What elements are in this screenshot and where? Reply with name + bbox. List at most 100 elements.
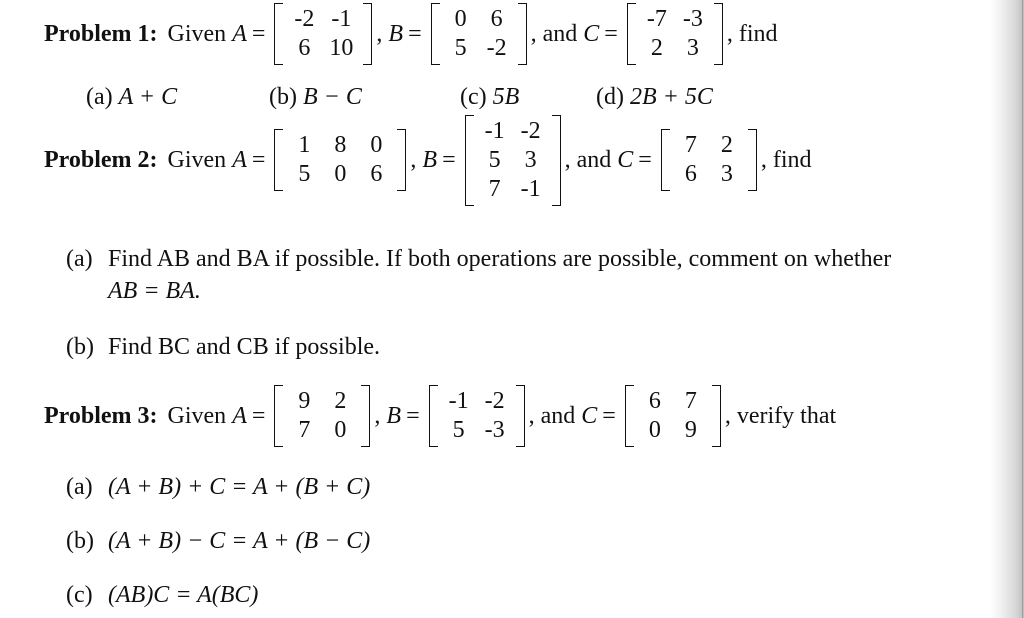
problem-1-part-a: (a) A + C [86, 84, 177, 111]
left-bracket [624, 385, 634, 447]
matrix-C: -7 -3 2 3 [626, 3, 723, 65]
problem-1-part-d: (d) 2B + 5C [596, 84, 713, 111]
matrix-entry: -3 [484, 417, 505, 443]
matrix-A-name: A [232, 146, 247, 173]
problem-2-statement: Problem 2: Given A = 180506 , B = -1 -2 5 3… [44, 112, 812, 208]
part-label: (a) [66, 246, 93, 272]
matrix-entry: 8 [334, 132, 347, 158]
matrix-entry: 6 [298, 35, 311, 61]
given-text: Given [167, 402, 227, 429]
part-text: Find BC and CB if possible. [108, 334, 381, 360]
matrix-C: 6709 [624, 385, 721, 447]
matrix-entry: -7 [646, 6, 667, 32]
part-expression: A + C [118, 84, 178, 110]
matrix-A-name: A [232, 20, 247, 47]
right-bracket [551, 114, 561, 206]
part-expression: 2B + 5C [629, 84, 713, 110]
matrix-A: 9270 [274, 385, 371, 447]
matrix-B: 0 6 5 -2 [430, 3, 527, 65]
part-label: (b) [66, 334, 94, 360]
matrix-entry: 0 [334, 161, 347, 187]
part-expression: B − C [302, 84, 362, 110]
matrix-C-name: C [583, 20, 600, 47]
matrix-entry: 7 [684, 388, 697, 414]
matrix-C-name: C [581, 402, 598, 429]
matrix-entries: 6709 [634, 385, 712, 447]
tail-text: , verify that [724, 402, 837, 429]
matrix-entries: 9270 [283, 385, 361, 447]
matrix-entry: -2 [486, 35, 507, 61]
problem-3-part-a: (a) (A + B) + C = A + (B + C) [66, 474, 370, 501]
matrix-entry: -1 [331, 6, 352, 32]
left-bracket [430, 3, 440, 65]
given-text: Given [167, 20, 227, 47]
part-label: (a) [86, 84, 113, 110]
and-text: , and [564, 146, 612, 173]
matrix-A: 180506 [274, 129, 407, 191]
part-text: Find AB and BA if possible. If both oper… [108, 246, 892, 272]
left-bracket [464, 114, 474, 206]
matrix-entry: -2 [294, 6, 315, 32]
left-bracket [626, 3, 636, 65]
matrix-entry: 6 [648, 388, 661, 414]
matrix-entry: -1 [520, 175, 541, 202]
right-bracket [711, 385, 721, 447]
matrix-entry: -2 [520, 117, 541, 144]
problem-1-part-c: (c) 5B [460, 84, 519, 111]
matrix-entries: 0 6 5 -2 [440, 3, 518, 65]
matrix-entry: 6 [490, 6, 503, 32]
matrix-entry: 5 [298, 161, 311, 187]
matrix-entry: 0 [334, 417, 347, 443]
matrix-entry: 2 [720, 132, 733, 158]
matrix-entry: 5 [452, 417, 465, 443]
matrix-entry: 0 [370, 132, 383, 158]
part-label: (b) [66, 528, 94, 554]
left-bracket [274, 129, 284, 191]
matrix-entry: 5 [488, 146, 501, 173]
tail-text: , find [726, 20, 778, 47]
left-bracket [274, 385, 284, 447]
problem-3-statement: Problem 3: Given A = 9270 , B = -1 -2 5 -3 … [44, 384, 836, 448]
matrix-entries: 180506 [283, 129, 397, 191]
matrix-entry: 9 [298, 388, 311, 414]
matrix-entries: 7263 [670, 129, 748, 191]
part-expression: (AB)C = A(BC) [108, 582, 259, 608]
part-expression: (A + B) − C = A + (B − C) [108, 528, 371, 554]
right-bracket [515, 385, 525, 447]
part-label: (c) [460, 84, 487, 110]
and-text: , and [530, 20, 578, 47]
part-label: (a) [66, 474, 93, 500]
matrix-entries: -1 -2 5 -3 [438, 385, 516, 447]
matrix-entry: 5 [454, 35, 467, 61]
matrix-A: -2 -1 6 10 [274, 3, 373, 65]
problem-3-part-c: (c) (AB)C = A(BC) [66, 582, 258, 609]
matrix-entry: 3 [524, 146, 537, 173]
matrix-entry: 9 [684, 417, 697, 443]
tail-text: , find [760, 146, 812, 173]
matrix-entries: -1 -2 5 3 7 -1 [474, 115, 552, 206]
problem-1-part-b: (b) B − C [269, 84, 362, 111]
problem-2-part-a-continued: AB = BA. [108, 278, 201, 305]
problem-2-label: Problem 2: [44, 146, 158, 173]
matrix-entry: -1 [448, 388, 469, 414]
problem-2-part-b: (b) Find BC and CB if possible. [66, 334, 380, 361]
matrix-entry: 10 [329, 35, 354, 61]
matrix-entry: 7 [488, 175, 501, 202]
matrix-entry: -2 [484, 388, 505, 414]
right-bracket [397, 129, 407, 191]
matrix-C: 7263 [660, 129, 757, 191]
left-bracket [660, 129, 670, 191]
matrix-entry: 6 [370, 161, 383, 187]
right-bracket [363, 3, 373, 65]
part-label: (b) [269, 84, 297, 110]
problem-1-statement: Problem 1: Given A = -2 -1 6 10 , B = 0 6 5 -2… [44, 2, 778, 66]
problem-3-part-b: (b) (A + B) − C = A + (B − C) [66, 528, 370, 555]
part-text: AB = BA. [108, 278, 201, 304]
problem-2-part-a: (a) Find AB and BA if possible. If both o… [66, 246, 891, 273]
matrix-entry: 3 [686, 35, 699, 61]
matrix-entry: 0 [454, 6, 467, 32]
left-bracket [428, 385, 438, 447]
matrix-entry: 7 [684, 132, 697, 158]
matrix-entry: 2 [334, 388, 347, 414]
part-expression: 5B [492, 84, 520, 110]
